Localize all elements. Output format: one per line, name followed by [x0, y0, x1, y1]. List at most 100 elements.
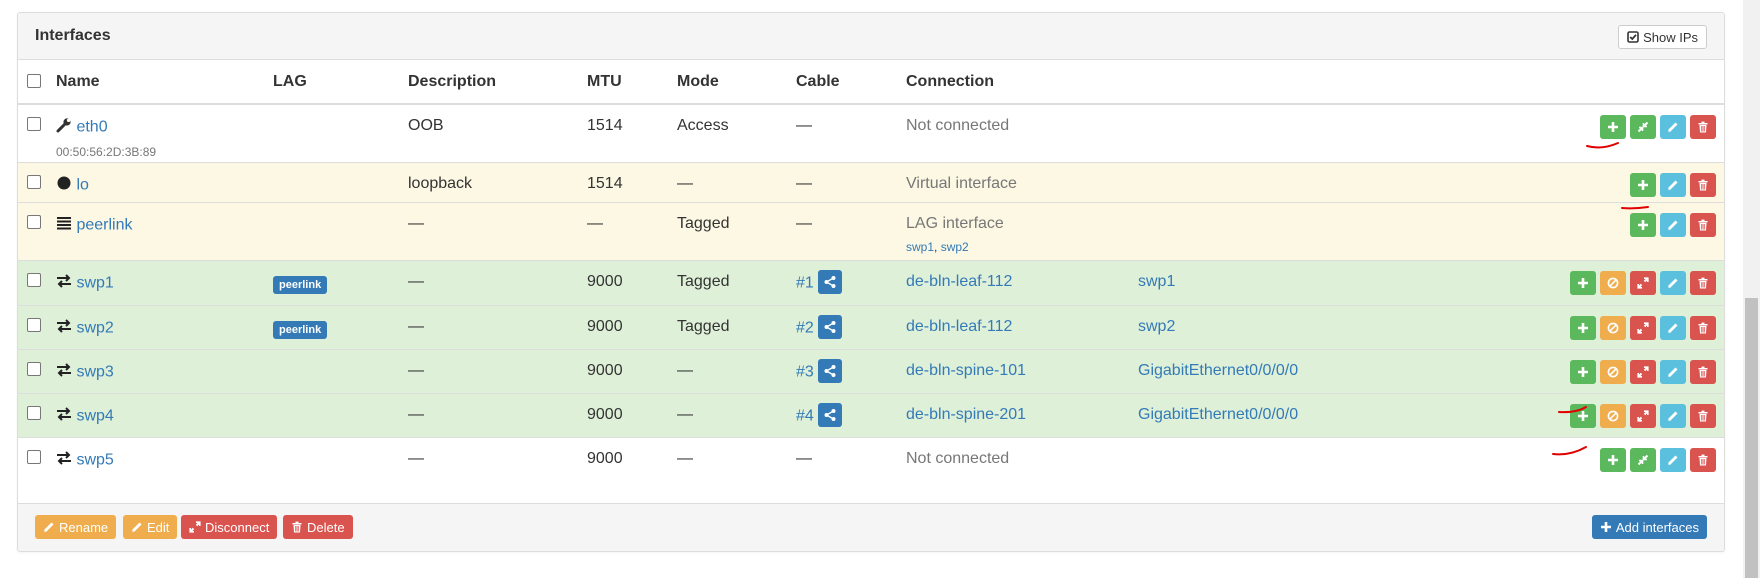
row-checkbox[interactable] [27, 174, 41, 189]
edit-button[interactable] [1660, 115, 1686, 139]
interface-link-swp3[interactable]: swp3 [76, 363, 113, 380]
mode-cell: — [677, 449, 693, 467]
add-interfaces-button[interactable]: Add interfaces [1591, 515, 1707, 539]
add-child-button[interactable] [1570, 315, 1596, 340]
connected-port-link[interactable]: swp2 [1138, 318, 1175, 335]
interface-link-swp5[interactable]: swp5 [76, 451, 113, 468]
cable-link[interactable]: #2 [796, 319, 814, 336]
trace-cable-button[interactable] [817, 358, 842, 383]
disconnect-selected-button[interactable]: Disconnect [181, 515, 278, 539]
add-child-button[interactable] [1600, 115, 1626, 139]
edit-button[interactable] [1660, 447, 1686, 472]
connected-port-link[interactable]: GigabitEthernet0/0/0/0 [1138, 406, 1298, 423]
row-checkbox[interactable] [27, 405, 41, 420]
delete-button[interactable] [1690, 359, 1716, 384]
cable-link[interactable]: #1 [796, 274, 814, 291]
connect-button[interactable] [1630, 447, 1656, 472]
trash-icon [1698, 219, 1708, 230]
lag-badge[interactable]: peerlink [273, 320, 328, 339]
edit-button[interactable] [1660, 270, 1686, 295]
interface-link-swp1[interactable]: swp1 [76, 274, 113, 291]
add-child-button[interactable] [1600, 447, 1626, 472]
pencil-icon [44, 522, 54, 533]
ban-icon [1607, 277, 1619, 288]
plus-icon [1578, 410, 1588, 421]
description-cell: loopback [408, 174, 473, 192]
panel-footer: Rename Edit Disconnect Delete Add interf… [18, 503, 1724, 551]
connected-device-link[interactable]: de-bln-leaf-112 [906, 318, 1012, 335]
add-child-button[interactable] [1570, 359, 1596, 384]
col-description[interactable]: Description [408, 60, 587, 105]
row-checkbox[interactable] [27, 272, 41, 287]
cable-link[interactable]: #3 [796, 363, 814, 380]
col-name[interactable]: Name [56, 60, 273, 105]
col-mtu[interactable]: MTU [587, 60, 677, 105]
col-lag[interactable]: LAG [273, 60, 408, 105]
delete-button[interactable] [1690, 115, 1716, 139]
disconnect-button[interactable] [1630, 270, 1656, 295]
interface-link-peerlink[interactable]: peerlink [76, 216, 132, 233]
row-checkbox[interactable] [27, 361, 41, 376]
row-checkbox[interactable] [27, 449, 41, 464]
show-ips-button[interactable]: Show IPs [1618, 25, 1707, 49]
plus-icon [1578, 366, 1588, 377]
connected-device-link[interactable]: de-bln-spine-201 [906, 406, 1026, 423]
trash-icon [292, 521, 302, 533]
interface-link-eth0[interactable]: eth0 [76, 119, 107, 136]
page-scrollbar[interactable] [1743, 0, 1760, 578]
trace-cable-button[interactable] [817, 269, 842, 294]
delete-button[interactable] [1690, 447, 1716, 472]
cable-link[interactable]: #4 [796, 407, 814, 424]
disconnect-button[interactable] [1630, 359, 1656, 384]
add-child-button[interactable] [1630, 172, 1656, 197]
delete-button[interactable] [1690, 172, 1716, 197]
edit-button[interactable] [1660, 172, 1686, 197]
delete-button[interactable] [1690, 403, 1716, 428]
select-all-checkbox[interactable] [27, 74, 41, 88]
add-child-button[interactable] [1630, 212, 1656, 237]
edit-button[interactable] [1660, 212, 1686, 237]
lag-member-link[interactable]: swp2 [941, 240, 969, 254]
disconnect-button[interactable] [1630, 315, 1656, 340]
trace-cable-button[interactable] [817, 402, 842, 427]
mark-disabled-button[interactable] [1600, 359, 1626, 384]
edit-button[interactable] [1660, 403, 1686, 428]
row-checkbox[interactable] [27, 214, 41, 229]
delete-button[interactable] [1690, 315, 1716, 340]
interface-link-swp4[interactable]: swp4 [76, 407, 113, 424]
trash-icon [1698, 121, 1708, 133]
delete-selected-button[interactable]: Delete [283, 515, 353, 539]
add-child-button[interactable] [1570, 270, 1596, 295]
mark-disabled-button[interactable] [1600, 315, 1626, 340]
interface-link-swp2[interactable]: swp2 [76, 319, 113, 336]
interface-link-lo[interactable]: lo [76, 176, 88, 193]
lag-member-separator: , [934, 239, 941, 254]
connected-port-link[interactable]: swp1 [1138, 273, 1175, 290]
plus-icon [1578, 277, 1588, 288]
col-mode[interactable]: Mode [677, 60, 796, 105]
scrollbar-thumb[interactable] [1745, 298, 1758, 578]
delete-button[interactable] [1690, 212, 1716, 237]
connected-device-link[interactable]: de-bln-spine-101 [906, 362, 1026, 379]
edit-button[interactable] [1660, 359, 1686, 384]
col-cable[interactable]: Cable [796, 60, 906, 105]
row-checkbox[interactable] [27, 317, 41, 332]
connected-device-link[interactable]: de-bln-leaf-112 [906, 273, 1012, 290]
col-connection[interactable]: Connection [906, 60, 1138, 105]
mark-disabled-button[interactable] [1600, 270, 1626, 295]
edit-button[interactable] [1660, 315, 1686, 340]
connect-button[interactable] [1630, 115, 1656, 139]
lag-badge[interactable]: peerlink [273, 275, 328, 294]
delete-button[interactable] [1690, 270, 1716, 295]
ban-icon [1607, 366, 1619, 377]
lag-member-link[interactable]: swp1 [906, 240, 934, 254]
mark-disabled-button[interactable] [1600, 403, 1626, 428]
disconnect-button[interactable] [1630, 403, 1656, 428]
connected-port-link[interactable]: GigabitEthernet0/0/0/0 [1138, 362, 1298, 379]
trace-cable-button[interactable] [817, 314, 842, 339]
edit-selected-button[interactable]: Edit [123, 515, 178, 539]
add-child-button[interactable] [1570, 403, 1596, 428]
expand-icon [189, 521, 201, 533]
row-checkbox[interactable] [27, 117, 41, 131]
rename-selected-button[interactable]: Rename [35, 515, 117, 539]
